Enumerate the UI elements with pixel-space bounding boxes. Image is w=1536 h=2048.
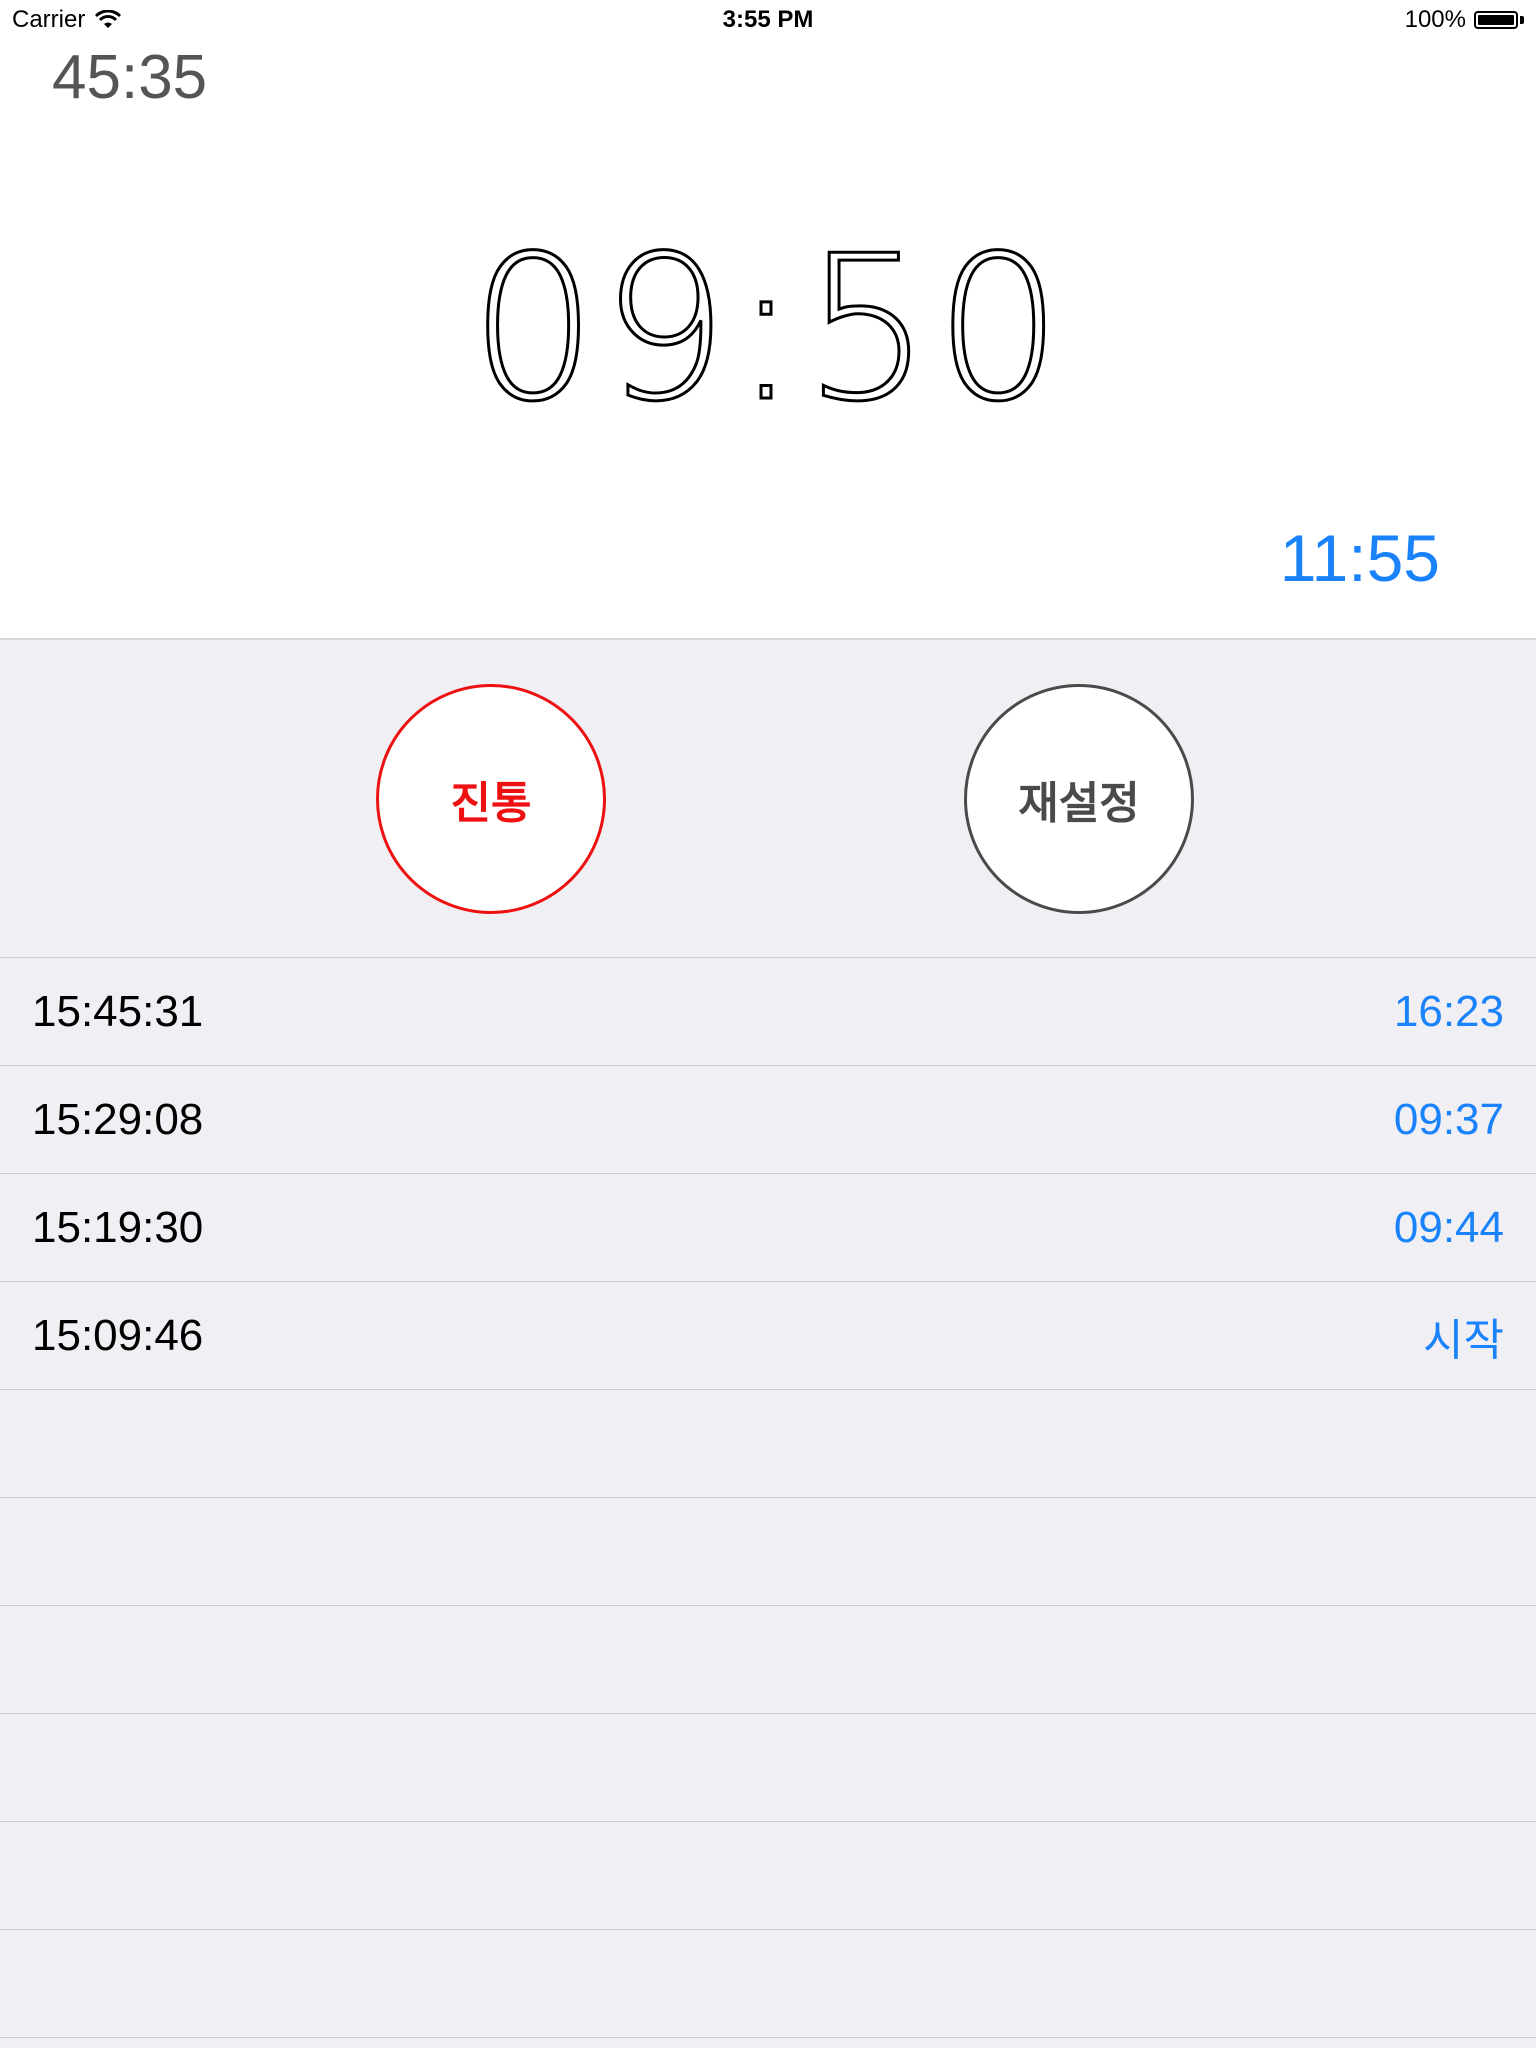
list-item[interactable]: 15:29:08 09:37: [0, 1066, 1536, 1174]
lap-timestamp: 15:45:31: [32, 986, 204, 1036]
list-item: [0, 1390, 1536, 1498]
main-time-value: 09:50: [468, 213, 1067, 446]
lap-timestamp: 15:09:46: [32, 1310, 204, 1360]
list-item: [0, 1606, 1536, 1714]
battery-info: 100%: [1405, 6, 1524, 34]
status-time: 3:55 PM: [722, 6, 814, 33]
current-lap-time: 11:55: [1279, 521, 1440, 595]
lap-timestamp: 15:19:30: [32, 1202, 204, 1252]
list-item: [0, 1822, 1536, 1930]
lap-duration: 16:23: [1393, 986, 1504, 1036]
list-item: [0, 1498, 1536, 1606]
list-item[interactable]: 15:45:31 16:23: [0, 958, 1536, 1066]
total-elapsed-time: 45:35: [52, 43, 208, 112]
list-item: [0, 1930, 1536, 2038]
battery-percent: 100%: [1404, 6, 1466, 33]
lap-duration: 09:44: [1393, 1202, 1504, 1252]
status-bar: Carrier 3:55 PM 100%: [0, 0, 1536, 40]
battery-icon: [1474, 11, 1518, 29]
main-time-display: 09:50: [0, 213, 1536, 446]
lap-duration: 09:37: [1393, 1094, 1504, 1144]
lap-list[interactable]: 15:45:31 16:23 15:29:08 09:37 15:19:30 0…: [0, 958, 1536, 2038]
reset-button[interactable]: 재설정: [964, 684, 1194, 914]
lap-timestamp: 15:29:08: [32, 1094, 204, 1144]
list-item[interactable]: 15:19:30 09:44: [0, 1174, 1536, 1282]
battery-tip: [1520, 16, 1524, 24]
list-item: [0, 1714, 1536, 1822]
control-buttons-area: 진통 재설정: [0, 640, 1536, 958]
contraction-button[interactable]: 진통: [376, 684, 606, 914]
list-item[interactable]: 15:09:46 시작: [0, 1282, 1536, 1390]
lap-duration: 시작: [1423, 1315, 1504, 1365]
timer-display-panel: 45:35 09:50 11:55: [0, 40, 1536, 640]
